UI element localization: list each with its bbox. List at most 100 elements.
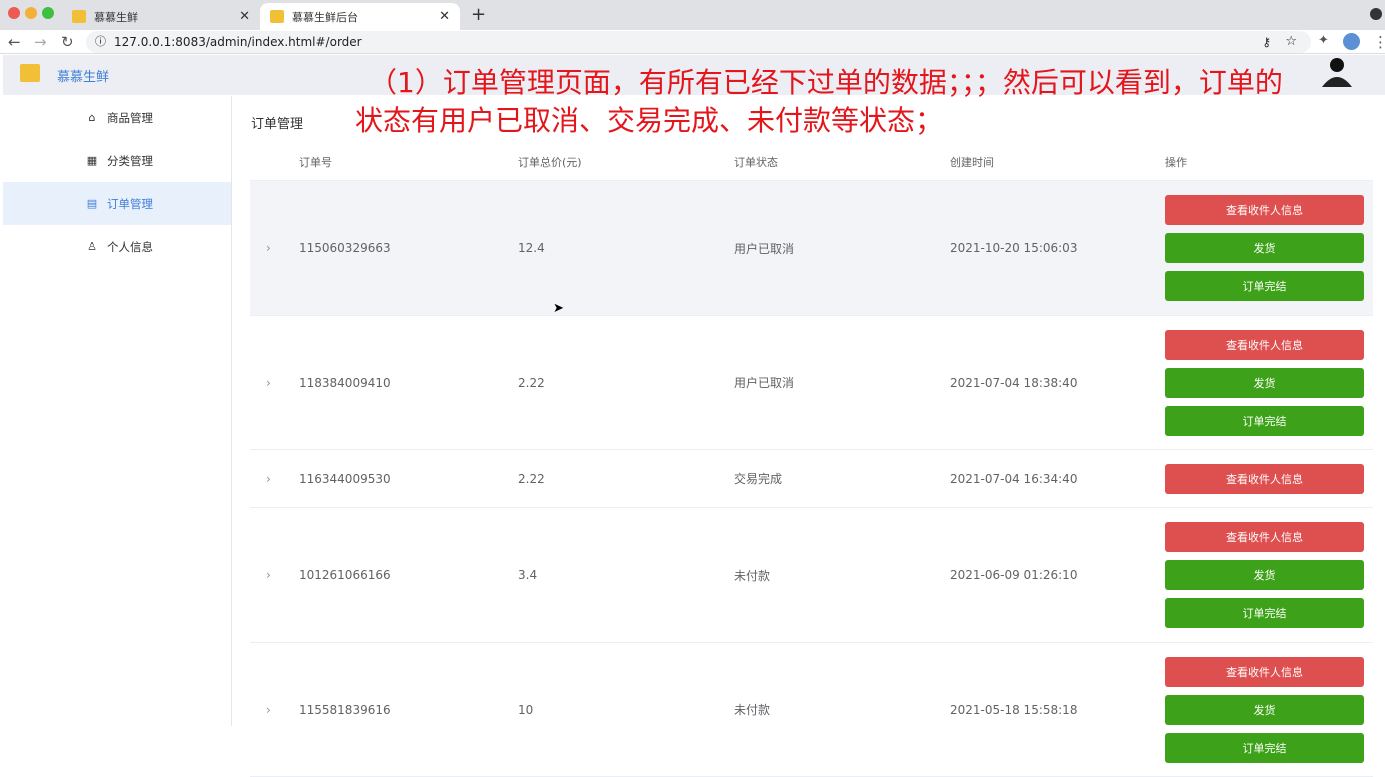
table-row[interactable]: › 115060329663 12.4 用户已取消 2021-10-20 15:… bbox=[250, 181, 1373, 316]
annotation-line: 状态有用户已取消、交易完成、未付款等状态； bbox=[355, 104, 944, 137]
view-recipient-button[interactable]: 查看收件人信息 bbox=[1165, 463, 1364, 494]
info-icon: ⓘ bbox=[95, 35, 106, 48]
browser-tab-bar: 慕慕生鲜 ✕ 慕慕生鲜后台 ✕ + bbox=[0, 0, 1385, 30]
tab-title: 慕慕生鲜 bbox=[94, 10, 138, 24]
expand-chevron-icon[interactable]: › bbox=[250, 568, 299, 582]
order-price: 2.22 bbox=[518, 375, 545, 390]
address-bar-row: ← → ↻ ⓘ 127.0.0.1:8083/admin/index.html#/… bbox=[0, 30, 1385, 54]
actions-cell: 查看收件人信息 发货订单完结 bbox=[1165, 656, 1373, 763]
order-price: 10 bbox=[518, 702, 534, 717]
table-row[interactable]: › 101261066166 3.4 未付款 2021-06-09 01:26:… bbox=[250, 508, 1373, 643]
tab-search-icon[interactable] bbox=[1370, 8, 1382, 20]
sidebar-item-profile[interactable]: ♙ 个人信息 bbox=[3, 225, 231, 268]
forward-icon[interactable]: → bbox=[34, 33, 47, 51]
reload-icon[interactable]: ↻ bbox=[61, 33, 74, 51]
ship-button[interactable]: 发货 bbox=[1165, 367, 1364, 398]
maximize-window-button[interactable] bbox=[42, 7, 54, 19]
sidebar-item-label: 订单管理 bbox=[107, 196, 153, 211]
view-recipient-button[interactable]: 查看收件人信息 bbox=[1165, 522, 1364, 552]
grid-icon: ▦ bbox=[86, 154, 98, 167]
order-time: 2021-07-04 16:34:40 bbox=[950, 471, 1078, 486]
favicon-icon bbox=[72, 10, 86, 23]
finish-order-button[interactable]: 订单完结 bbox=[1165, 405, 1364, 436]
order-time: 2021-10-20 15:06:03 bbox=[950, 241, 1078, 255]
expand-chevron-icon[interactable]: › bbox=[250, 241, 299, 255]
expand-chevron-icon[interactable]: › bbox=[250, 703, 299, 717]
order-id: 115581839616 bbox=[299, 702, 391, 717]
actions-cell: 查看收件人信息 发货订单完结 bbox=[1165, 195, 1373, 301]
logo-icon bbox=[20, 64, 40, 82]
bag-icon: ⌂ bbox=[88, 111, 96, 124]
view-recipient-button[interactable]: 查看收件人信息 bbox=[1165, 329, 1364, 360]
key-icon[interactable]: ⚷ bbox=[1262, 31, 1271, 53]
expand-chevron-icon[interactable]: › bbox=[250, 472, 299, 486]
url-text: 127.0.0.1:8083/admin/index.html#/order bbox=[114, 35, 362, 49]
annotation-overlay: （1）订单管理页面，有所有已经下过单的数据；；；然后可以看到，订单的 状态有用户… bbox=[355, 64, 1283, 140]
sidebar-item-label: 分类管理 bbox=[107, 153, 153, 168]
order-id: 118384009410 bbox=[299, 375, 391, 390]
finish-order-button[interactable]: 订单完结 bbox=[1165, 271, 1364, 301]
order-time: 2021-07-04 18:38:40 bbox=[950, 375, 1078, 390]
browser-tab[interactable]: 慕慕生鲜 ✕ bbox=[62, 3, 260, 30]
column-header: 创建时间 bbox=[950, 156, 994, 169]
ship-button[interactable]: 发货 bbox=[1165, 694, 1364, 725]
close-window-button[interactable] bbox=[8, 7, 20, 19]
new-tab-button[interactable]: + bbox=[471, 4, 486, 25]
menu-icon[interactable]: ⋮ bbox=[1373, 33, 1385, 51]
column-header: 订单号 bbox=[299, 156, 332, 169]
sidebar-item-products[interactable]: ⌂ 商品管理 bbox=[3, 96, 231, 139]
ship-button[interactable]: 发货 bbox=[1165, 233, 1364, 263]
view-recipient-button[interactable]: 查看收件人信息 bbox=[1165, 656, 1364, 687]
sidebar-item-categories[interactable]: ▦ 分类管理 bbox=[3, 139, 231, 182]
order-price: 3.4 bbox=[518, 568, 538, 582]
actions-cell: 查看收件人信息 bbox=[1165, 463, 1373, 494]
table-row[interactable]: › 116344009530 2.22 交易完成 2021-07-04 16:3… bbox=[250, 450, 1373, 508]
order-icon: ▤ bbox=[86, 197, 98, 210]
sidebar: ⌂ 商品管理 ▦ 分类管理 ▤ 订单管理 ♙ 个人信息 bbox=[3, 96, 232, 726]
actions-cell: 查看收件人信息 发货订单完结 bbox=[1165, 522, 1373, 628]
mouse-cursor-icon: ➤ bbox=[553, 301, 564, 316]
annotation-line: （1）订单管理页面，有所有已经下过单的数据；；；然后可以看到，订单的 bbox=[369, 66, 1283, 99]
back-icon[interactable]: ← bbox=[8, 33, 21, 51]
brand-name[interactable]: 慕慕生鲜 bbox=[57, 66, 109, 85]
orders-table: 订单号 订单总价(元) 订单状态 创建时间 操作 › 115060329663 … bbox=[250, 144, 1373, 777]
actions-cell: 查看收件人信息 发货订单完结 bbox=[1165, 329, 1373, 436]
finish-order-button[interactable]: 订单完结 bbox=[1165, 598, 1364, 628]
order-status: 未付款 bbox=[734, 568, 771, 583]
column-header: 订单总价(元) bbox=[518, 156, 582, 169]
expand-chevron-icon[interactable]: › bbox=[250, 376, 299, 390]
order-id: 115060329663 bbox=[299, 241, 391, 255]
column-header: 订单状态 bbox=[734, 156, 778, 169]
sidebar-item-orders[interactable]: ▤ 订单管理 bbox=[3, 182, 231, 225]
close-tab-icon[interactable]: ✕ bbox=[239, 9, 250, 24]
tab-title: 慕慕生鲜后台 bbox=[292, 10, 358, 24]
browser-tab-active[interactable]: 慕慕生鲜后台 ✕ bbox=[260, 3, 460, 30]
order-status: 用户已取消 bbox=[734, 376, 795, 390]
sidebar-item-label: 个人信息 bbox=[107, 239, 153, 254]
star-icon[interactable]: ☆ bbox=[1285, 31, 1297, 53]
main-content: 订单管理 订单号 订单总价(元) 订单状态 创建时间 操作 › 11506032… bbox=[233, 96, 1385, 777]
page-title: 订单管理 bbox=[251, 117, 304, 132]
profile-avatar[interactable] bbox=[1343, 33, 1360, 50]
view-recipient-button[interactable]: 查看收件人信息 bbox=[1165, 195, 1364, 225]
order-status: 交易完成 bbox=[734, 472, 783, 486]
extensions-icon[interactable]: ✦ bbox=[1318, 33, 1329, 48]
finish-order-button[interactable]: 订单完结 bbox=[1165, 732, 1364, 763]
minimize-window-button[interactable] bbox=[25, 7, 37, 19]
table-header: 订单号 订单总价(元) 订单状态 创建时间 操作 bbox=[250, 144, 1373, 181]
ship-button[interactable]: 发货 bbox=[1165, 560, 1364, 590]
order-status: 未付款 bbox=[734, 703, 771, 717]
close-tab-icon[interactable]: ✕ bbox=[439, 9, 450, 24]
column-header: 操作 bbox=[1165, 156, 1187, 169]
sidebar-item-label: 商品管理 bbox=[107, 110, 153, 125]
table-row[interactable]: › 115581839616 10 未付款 2021-05-18 15:58:1… bbox=[250, 643, 1373, 777]
order-status: 用户已取消 bbox=[734, 241, 795, 256]
person-icon bbox=[1322, 58, 1352, 87]
order-time: 2021-05-18 15:58:18 bbox=[950, 702, 1078, 717]
order-id: 101261066166 bbox=[299, 568, 391, 582]
order-time: 2021-06-09 01:26:10 bbox=[950, 568, 1078, 582]
table-row[interactable]: › 118384009410 2.22 用户已取消 2021-07-04 18:… bbox=[250, 316, 1373, 450]
favicon-icon bbox=[270, 10, 284, 23]
order-price: 2.22 bbox=[518, 471, 545, 486]
url-input[interactable]: ⓘ 127.0.0.1:8083/admin/index.html#/order … bbox=[86, 31, 1311, 53]
